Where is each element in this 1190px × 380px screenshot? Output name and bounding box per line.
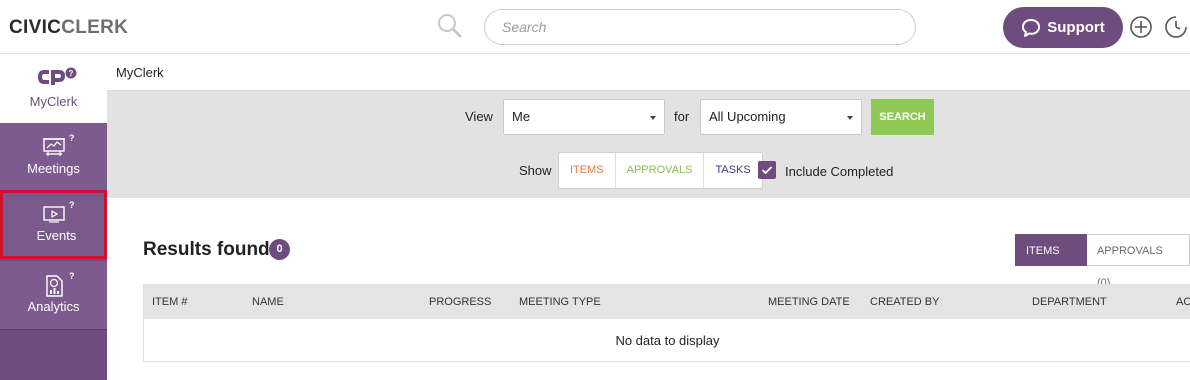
table-header: ITEM # NAME PROGRESS MEETING TYPE MEETIN…: [144, 285, 1190, 319]
page-title: MyClerk: [116, 65, 164, 80]
chevron-down-icon: [847, 116, 853, 120]
show-items-toggle[interactable]: ITEMS: [559, 153, 616, 188]
show-approvals-toggle[interactable]: APPROVALS: [616, 153, 705, 188]
add-icon[interactable]: [1129, 15, 1153, 39]
help-icon[interactable]: ?: [69, 133, 75, 143]
civicclerk-logo[interactable]: CIVICCLERK: [9, 17, 128, 39]
column-header[interactable]: MEETING TYPE: [519, 296, 601, 308]
show-toggle-group: ITEMS APPROVALS TASKS: [558, 152, 763, 189]
history-icon[interactable]: [1164, 15, 1188, 39]
support-button[interactable]: Support: [1003, 7, 1123, 48]
sidebar-item-label: Analytics: [27, 299, 80, 314]
search-button[interactable]: SEARCH: [871, 99, 934, 135]
include-completed-label: Include Completed: [785, 164, 894, 179]
chevron-down-icon: [650, 116, 656, 120]
breadcrumb: MyClerk: [107, 54, 1190, 91]
global-search-input[interactable]: Search: [484, 9, 916, 45]
chat-bubble-icon: [1022, 18, 1041, 37]
results-count-badge: 0: [269, 239, 290, 260]
sidebar-item-events[interactable]: ? Events: [0, 190, 107, 259]
empty-table-message: No data to display: [615, 333, 720, 348]
results-tabs: ITEMS (0) APPROVALS (0): [1015, 234, 1190, 289]
column-header[interactable]: CREATED BY: [870, 296, 939, 308]
column-header[interactable]: DEPARTMENT: [1032, 296, 1107, 308]
tab-approvals[interactable]: APPROVALS (0): [1086, 234, 1190, 289]
results-table: ITEM # NAME PROGRESS MEETING TYPE MEETIN…: [143, 284, 1190, 362]
for-label: for: [674, 109, 690, 124]
sidebar-item-analytics[interactable]: ? Analytics: [0, 261, 107, 330]
column-header[interactable]: MEETING DATE: [768, 296, 850, 308]
sidebar-item-myclerk[interactable]: ? MyClerk: [0, 54, 107, 123]
sidebar-item-label: Events: [36, 228, 77, 243]
column-header[interactable]: NAME: [252, 296, 284, 308]
include-completed-checkbox[interactable]: [758, 161, 776, 179]
sidebar-item-label: MyClerk: [29, 94, 78, 109]
search-icon[interactable]: [436, 12, 462, 38]
period-select[interactable]: All Upcoming: [700, 99, 862, 135]
sidebar-item-label: Meetings: [27, 161, 80, 176]
tab-items[interactable]: ITEMS (0): [1015, 234, 1087, 289]
period-select-value: All Upcoming: [709, 109, 786, 124]
view-select[interactable]: Me: [503, 99, 665, 135]
svg-text:?: ?: [69, 69, 74, 78]
top-header: CIVICCLERK Search Support: [0, 0, 1190, 54]
column-header[interactable]: ITEM #: [152, 296, 187, 308]
column-header[interactable]: PROGRESS: [429, 296, 491, 308]
report-icon: [46, 275, 63, 297]
view-label: View: [465, 109, 493, 124]
sidebar-item-meetings[interactable]: ? Meetings: [0, 123, 107, 192]
presentation-icon: [43, 138, 65, 156]
filter-panel: View Me for All Upcoming SEARCH Show ITE…: [107, 91, 1190, 198]
view-select-value: Me: [512, 109, 531, 124]
show-label: Show: [519, 163, 552, 178]
myclerk-logo-icon: ?: [38, 67, 77, 85]
sidebar: ? MyClerk ? Meetings ? Events ? Analytic…: [0, 54, 107, 380]
support-label: Support: [1047, 19, 1105, 36]
column-header[interactable]: AC: [1176, 296, 1190, 308]
help-icon[interactable]: ?: [69, 271, 75, 281]
help-icon[interactable]: ?: [69, 200, 75, 210]
checkmark-icon: [761, 166, 773, 175]
video-icon: [43, 206, 65, 223]
results-title: Results found:: [143, 239, 276, 260]
show-tasks-toggle[interactable]: TASKS: [704, 153, 761, 188]
